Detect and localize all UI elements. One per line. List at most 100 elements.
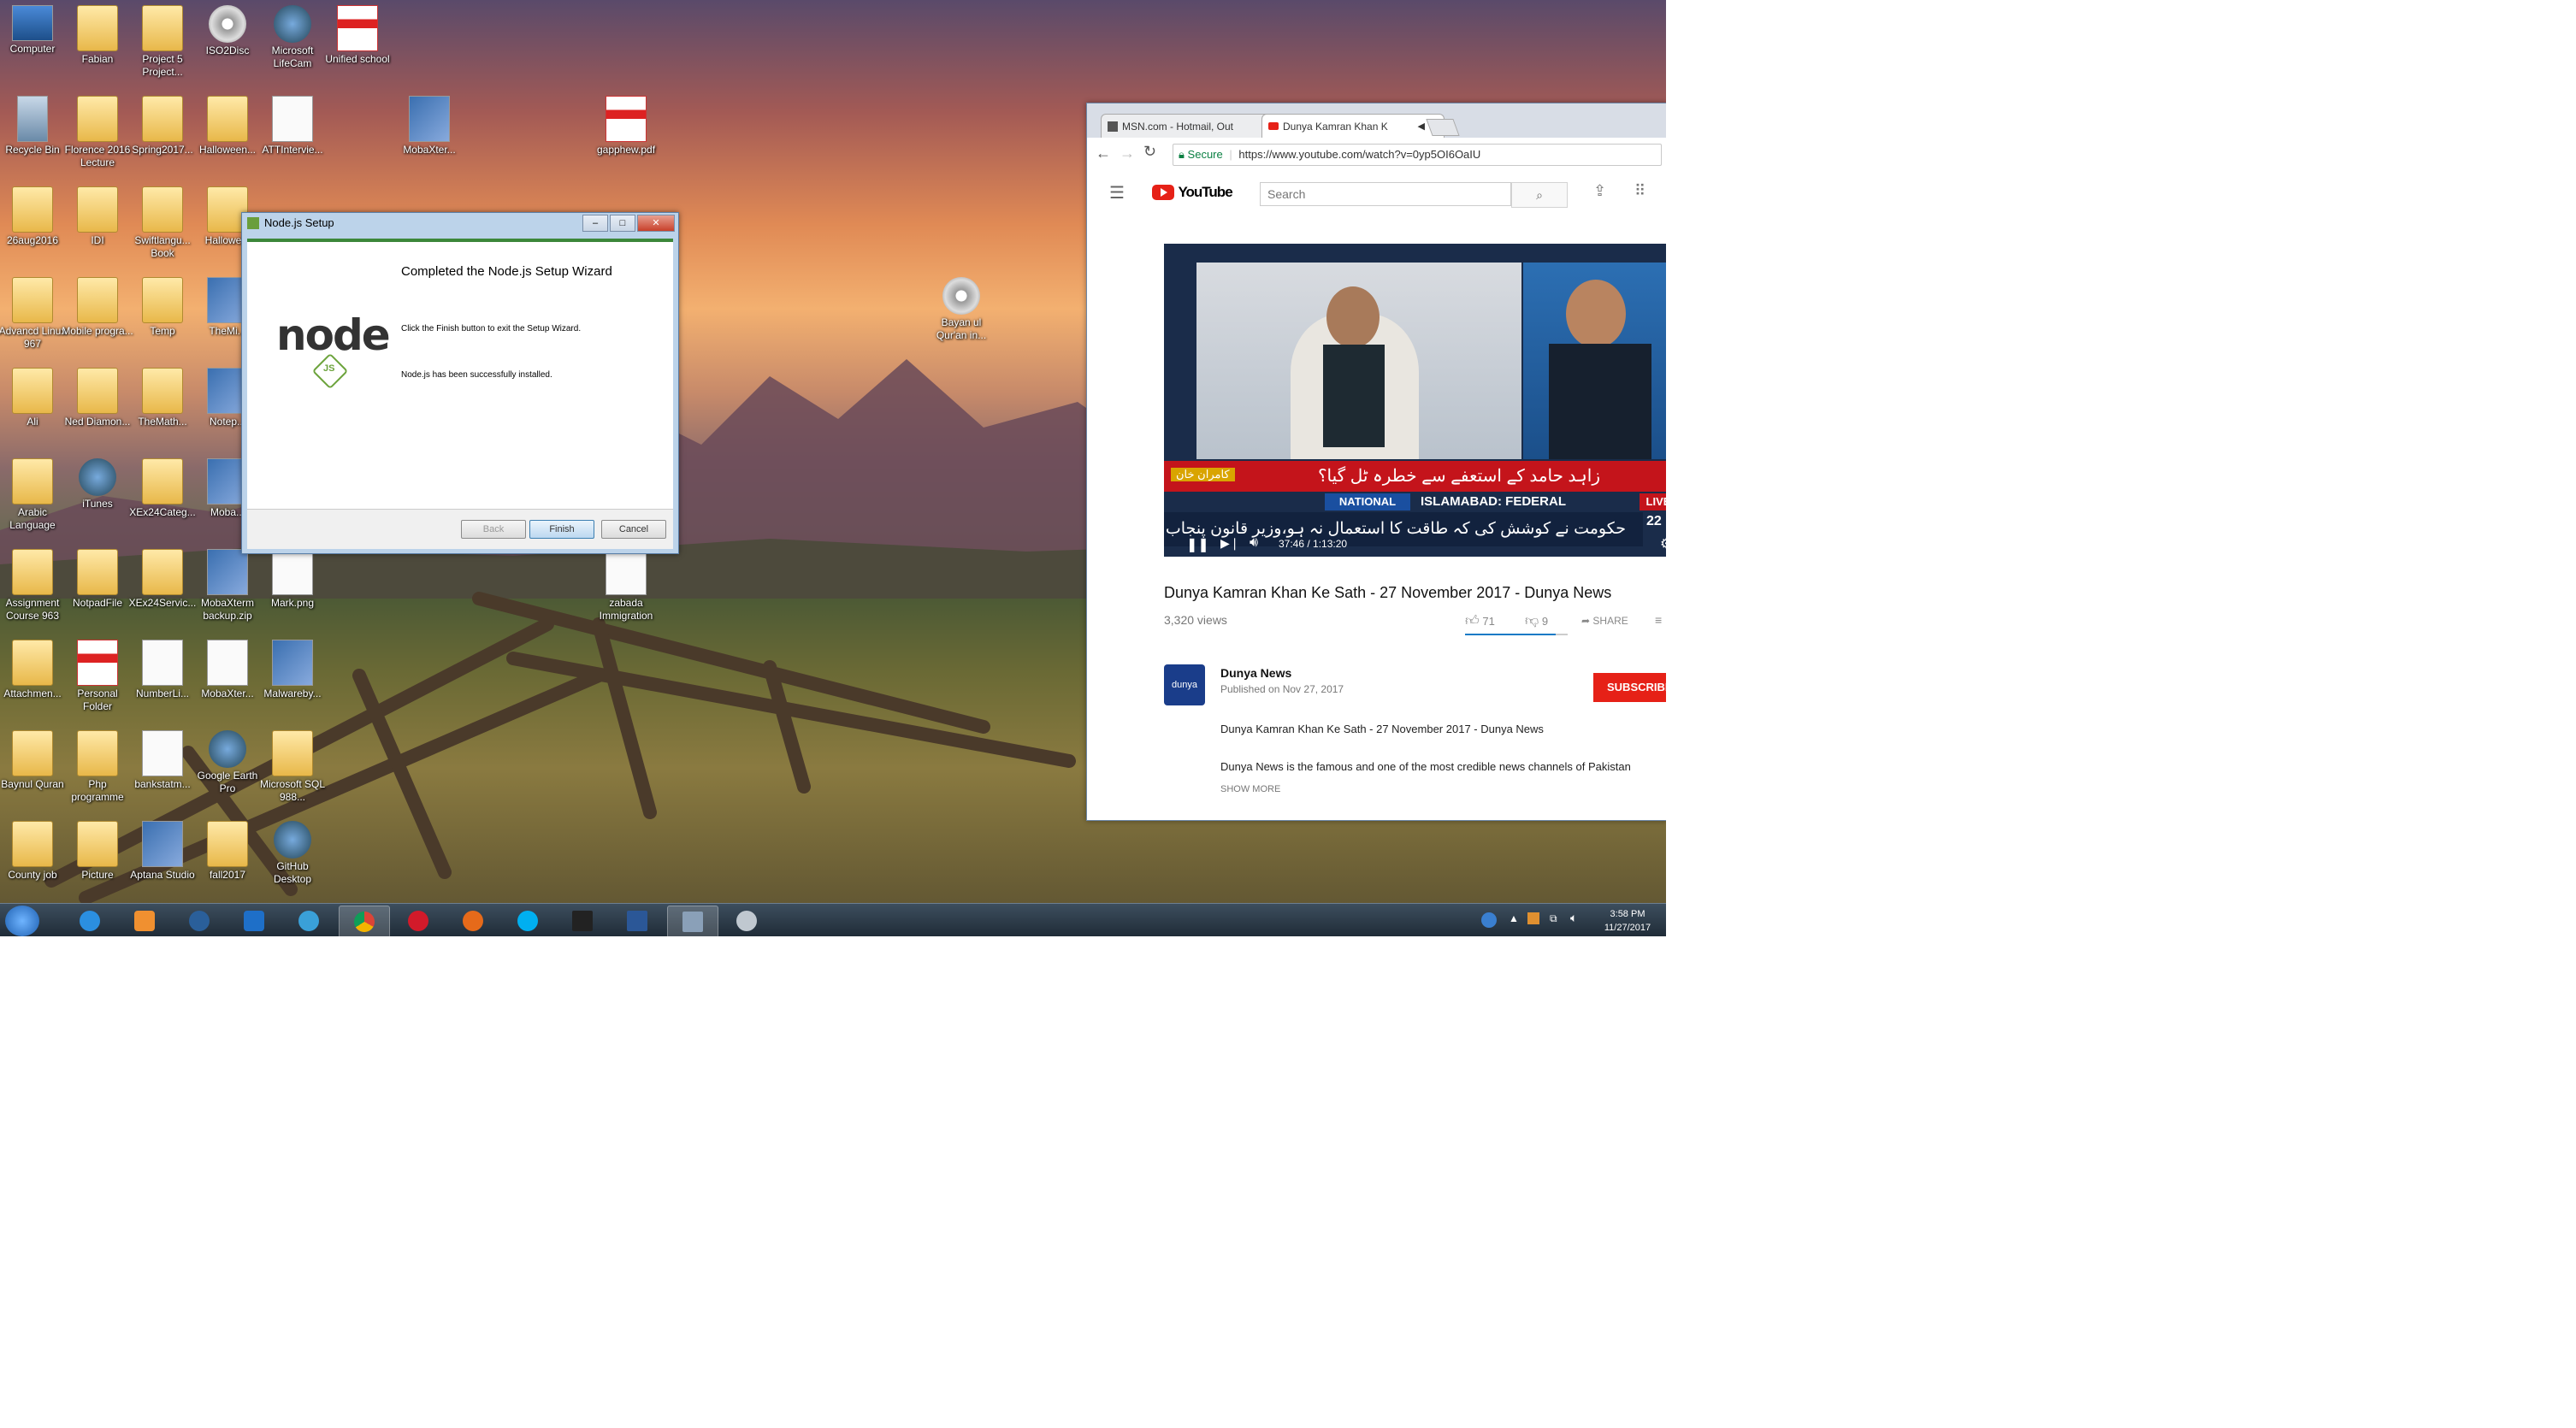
add-to-icon[interactable]: ≡ (1655, 613, 1662, 627)
chrome-window[interactable]: MSN.com - Hotmail, Out ✕ Dunya Kamran Kh… (1086, 103, 1666, 821)
tray-expand-icon[interactable]: ▲ (1509, 912, 1519, 924)
like-button[interactable]: 👍︎ 71 (1465, 613, 1495, 629)
desktop-icon[interactable]: bankstatm... (127, 730, 198, 791)
tab-youtube[interactable]: Dunya Kamran Khan K ◀︎ ✕ (1261, 114, 1445, 139)
desktop-icon[interactable]: Php programme (62, 730, 133, 804)
desktop-icon[interactable]: Google Earth Pro (192, 730, 263, 795)
desktop-icon[interactable]: Advancd Linux 967 (0, 277, 68, 351)
desktop-icon[interactable]: Baynul Quran (0, 730, 68, 791)
desktop-icon[interactable]: Personal Folder (62, 640, 133, 713)
next-icon[interactable]: ▶︎❘ (1220, 536, 1240, 551)
forward-arrow-icon[interactable]: → (1120, 145, 1135, 162)
desktop-icon[interactable]: TheMath... (127, 368, 198, 428)
address-bar[interactable]: 🔒︎ Secure | https://www.youtube.com/watc… (1173, 144, 1662, 166)
desktop-icon[interactable]: Mark.png (257, 549, 328, 610)
desktop-icon[interactable]: MobaXter... (192, 640, 263, 700)
window-titlebar[interactable]: Node.js Setup – □ ✕ (242, 213, 678, 233)
desktop-icon[interactable]: Attachmen... (0, 640, 68, 700)
desktop-icon[interactable]: MobaXter... (393, 96, 465, 156)
settings-gear-icon[interactable]: ⚙︎ (1660, 535, 1666, 552)
taskbar-webstorm[interactable] (558, 906, 607, 936)
desktop-icon[interactable]: Aptana Studio (127, 821, 198, 882)
start-button[interactable] (5, 906, 39, 936)
desktop-icon[interactable]: Bayan ul Qur'an in... (925, 277, 997, 342)
desktop-icon[interactable]: ATTInterviе... (257, 96, 328, 156)
desktop-icon[interactable]: Microsoft SQL 988... (257, 730, 328, 804)
taskbar-paint[interactable] (722, 906, 771, 936)
network-icon[interactable]: ⧉ (1550, 912, 1557, 925)
desktop-icon[interactable]: GitHub Desktop (257, 821, 328, 886)
desktop-icon[interactable]: NotpadFile (62, 549, 133, 610)
desktop-icon[interactable]: iTunes (62, 458, 133, 510)
desktop-icon[interactable]: fall2017 (192, 821, 263, 882)
back-button[interactable]: Back (461, 520, 526, 539)
desktop-icon[interactable]: ISO2Disc (192, 5, 263, 57)
desktop-icon[interactable]: Unified school (322, 5, 393, 66)
taskbar-opera[interactable] (393, 906, 443, 936)
upload-icon[interactable]: ⇪ (1593, 182, 1606, 200)
desktop-icon[interactable]: Malwareby... (257, 640, 328, 700)
desktop-icon[interactable]: County job (0, 821, 68, 882)
subscribe-button[interactable]: SUBSCRIBE (1593, 673, 1666, 702)
taskbar-lifecam[interactable] (284, 906, 334, 936)
desktop-icon[interactable]: Ali (0, 368, 68, 428)
menu-icon[interactable]: ☰ (1109, 182, 1125, 204)
desktop-icon[interactable]: Microsoft LifeCam (257, 5, 328, 70)
clock[interactable]: 3:58 PM 11/27/2017 (1598, 907, 1657, 935)
desktop-icon[interactable]: XEx24Categ... (127, 458, 198, 519)
help-icon[interactable] (1481, 912, 1497, 928)
tray-flag-icon[interactable] (1527, 912, 1539, 924)
taskbar-firefox[interactable] (448, 906, 498, 936)
speaker-icon[interactable]: ◀︎ (1418, 115, 1425, 139)
desktop-icon[interactable]: NumberLi... (127, 640, 198, 700)
desktop-icon[interactable]: zabada Immigration (590, 549, 662, 623)
tab-msn[interactable]: MSN.com - Hotmail, Out ✕ (1101, 114, 1279, 139)
volume-tray-icon[interactable]: 🔈︎ (1570, 911, 1577, 925)
desktop-icon[interactable]: Mobile progra... (62, 277, 133, 338)
pause-icon[interactable]: ❚❚ (1186, 536, 1209, 553)
taskbar-checkmark-app[interactable] (229, 906, 279, 936)
desktop-icon[interactable]: Temp (127, 277, 198, 338)
search-button[interactable]: ⌕ (1511, 182, 1568, 208)
desktop-icon[interactable]: Project 5 Project... (127, 5, 198, 79)
desktop-icon[interactable]: IDI (62, 186, 133, 247)
desktop-icon[interactable]: Assignment Course 963 (0, 549, 68, 623)
apps-grid-icon[interactable]: ⠿ (1634, 182, 1645, 200)
taskbar-chrome[interactable] (339, 906, 390, 936)
dislike-button[interactable]: 👎︎ 9 (1525, 613, 1548, 629)
desktop-icon[interactable]: Spring2017... (127, 96, 198, 156)
maximize-button[interactable]: □ (610, 215, 635, 232)
taskbar-skype[interactable] (503, 906, 552, 936)
reload-icon[interactable]: ↻ (1143, 143, 1156, 161)
desktop-icon[interactable]: 26aug2016 (0, 186, 68, 247)
desktop-icon[interactable]: Ned Diamon... (62, 368, 133, 428)
desktop-icon[interactable]: Fabian (62, 5, 133, 66)
finish-button[interactable]: Finish (529, 520, 594, 539)
desktop-icon[interactable]: MobaXterm backup.zip (192, 549, 263, 623)
minimize-button[interactable]: – (582, 215, 608, 232)
close-button[interactable]: ✕ (637, 215, 675, 232)
desktop-icon[interactable]: gapphew.pdf (590, 96, 662, 156)
channel-avatar[interactable]: dunya (1164, 664, 1205, 705)
channel-name[interactable]: Dunya News (1220, 666, 1291, 680)
cancel-button[interactable]: Cancel (601, 520, 666, 539)
desktop-icon[interactable]: Arabic Language (0, 458, 68, 532)
taskbar-media-player[interactable] (120, 906, 169, 936)
desktop-icon[interactable]: Computer (0, 5, 68, 56)
volume-icon[interactable]: 🔊︎ (1250, 535, 1258, 551)
video-player[interactable]: زاہد حامد کے استعفے سے خطرہ ٹل گیا؟ کامر… (1164, 244, 1666, 557)
desktop-icon[interactable]: Swiftlangu... Book (127, 186, 198, 260)
new-tab-button[interactable] (1426, 119, 1460, 136)
back-arrow-icon[interactable]: ← (1096, 145, 1111, 162)
share-button[interactable]: ➦ SHARE (1581, 615, 1628, 627)
youtube-logo[interactable]: YouTube (1152, 184, 1233, 201)
desktop-icon[interactable]: Picture (62, 821, 133, 882)
desktop-icon[interactable]: Recycle Bin (0, 96, 68, 156)
desktop-icon[interactable]: Florence 2016 Lecture (62, 96, 133, 169)
desktop-icon[interactable]: XEx24Servic... (127, 549, 198, 610)
desktop-icon[interactable]: Halloween... (192, 96, 263, 156)
taskbar-hp[interactable] (174, 906, 224, 936)
taskbar-nodejs-setup[interactable] (667, 906, 718, 936)
show-more-link[interactable]: SHOW MORE (1220, 784, 1280, 794)
nodejs-setup-window[interactable]: Node.js Setup – □ ✕ node JS Completed th… (241, 212, 679, 554)
